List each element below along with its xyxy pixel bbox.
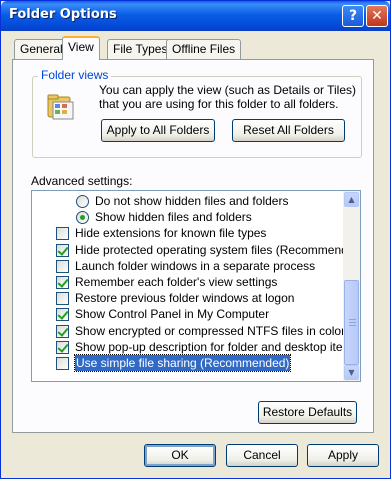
advanced-setting-label: Use simple file sharing (Recommended) xyxy=(73,354,292,372)
cancel-button[interactable]: Cancel xyxy=(226,444,298,467)
help-button[interactable]: ? xyxy=(342,5,364,27)
checkbox[interactable] xyxy=(56,357,69,370)
advanced-setting-label: Show encrypted or compressed NTFS files … xyxy=(75,323,346,338)
tab-file-types[interactable]: File Types xyxy=(107,39,174,59)
scroll-down-button[interactable]: ▼ xyxy=(344,365,359,380)
tab-general[interactable]: General xyxy=(14,39,69,59)
checkbox[interactable] xyxy=(56,243,69,257)
folder-options-window: Folder Options ? ✕ General View File Typ… xyxy=(0,0,391,479)
advanced-setting-label: Show pop-up description for folder and d… xyxy=(75,339,359,354)
checkbox[interactable] xyxy=(56,292,69,306)
close-button[interactable]: ✕ xyxy=(366,5,388,27)
advanced-setting-label: Launch folder windows in a separate proc… xyxy=(75,258,316,273)
apply-to-all-folders-button[interactable]: Apply to All Folders xyxy=(101,119,215,142)
advanced-settings-label: Advanced settings: xyxy=(31,174,133,188)
reset-all-folders-button[interactable]: Reset All Folders xyxy=(232,119,345,142)
radio-button[interactable] xyxy=(76,211,89,225)
advanced-settings-list[interactable]: Do not show hidden files and folders Show… xyxy=(31,190,361,382)
scroll-thumb-grip xyxy=(349,325,356,326)
advanced-setting-label: Show hidden files and folders xyxy=(95,210,252,225)
advanced-setting-label: Hide extensions for known file types xyxy=(75,226,267,241)
checkbox[interactable] xyxy=(56,308,69,322)
folder-views-description: You can apply the view (such as Details … xyxy=(99,83,357,111)
checkbox[interactable] xyxy=(56,324,69,338)
radio-button[interactable] xyxy=(76,195,89,208)
apply-button[interactable]: Apply xyxy=(307,444,379,467)
folder-views-icon xyxy=(47,94,74,120)
scroll-thumb[interactable] xyxy=(344,280,359,365)
checkbox[interactable] xyxy=(56,340,69,354)
restore-defaults-button[interactable]: Restore Defaults xyxy=(258,401,357,424)
advanced-setting-label: Hide protected operating system files (R… xyxy=(75,242,361,257)
list-scrollbar[interactable]: ▲ ▼ xyxy=(343,191,360,381)
folder-views-label: Folder views xyxy=(38,68,112,82)
scroll-thumb-grip xyxy=(349,319,356,320)
title-bar[interactable]: Folder Options ? ✕ xyxy=(1,1,390,31)
advanced-setting-label: Restore previous folder windows at logon xyxy=(75,291,295,306)
scroll-thumb-grip xyxy=(349,322,356,323)
scroll-up-button[interactable]: ▲ xyxy=(344,192,359,207)
tab-view[interactable]: View xyxy=(62,36,100,60)
tab-offline-files[interactable]: Offline Files xyxy=(166,39,242,59)
checkbox[interactable] xyxy=(56,259,69,273)
checkbox[interactable] xyxy=(56,227,69,241)
advanced-setting-label: Show Control Panel in My Computer xyxy=(75,307,270,322)
advanced-setting-label: Remember each folder's view settings xyxy=(75,275,278,289)
checkbox[interactable] xyxy=(56,276,69,289)
window-title: Folder Options xyxy=(9,7,117,22)
ok-button[interactable]: OK xyxy=(144,444,216,467)
advanced-setting-label: Do not show hidden files and folders xyxy=(95,194,289,208)
